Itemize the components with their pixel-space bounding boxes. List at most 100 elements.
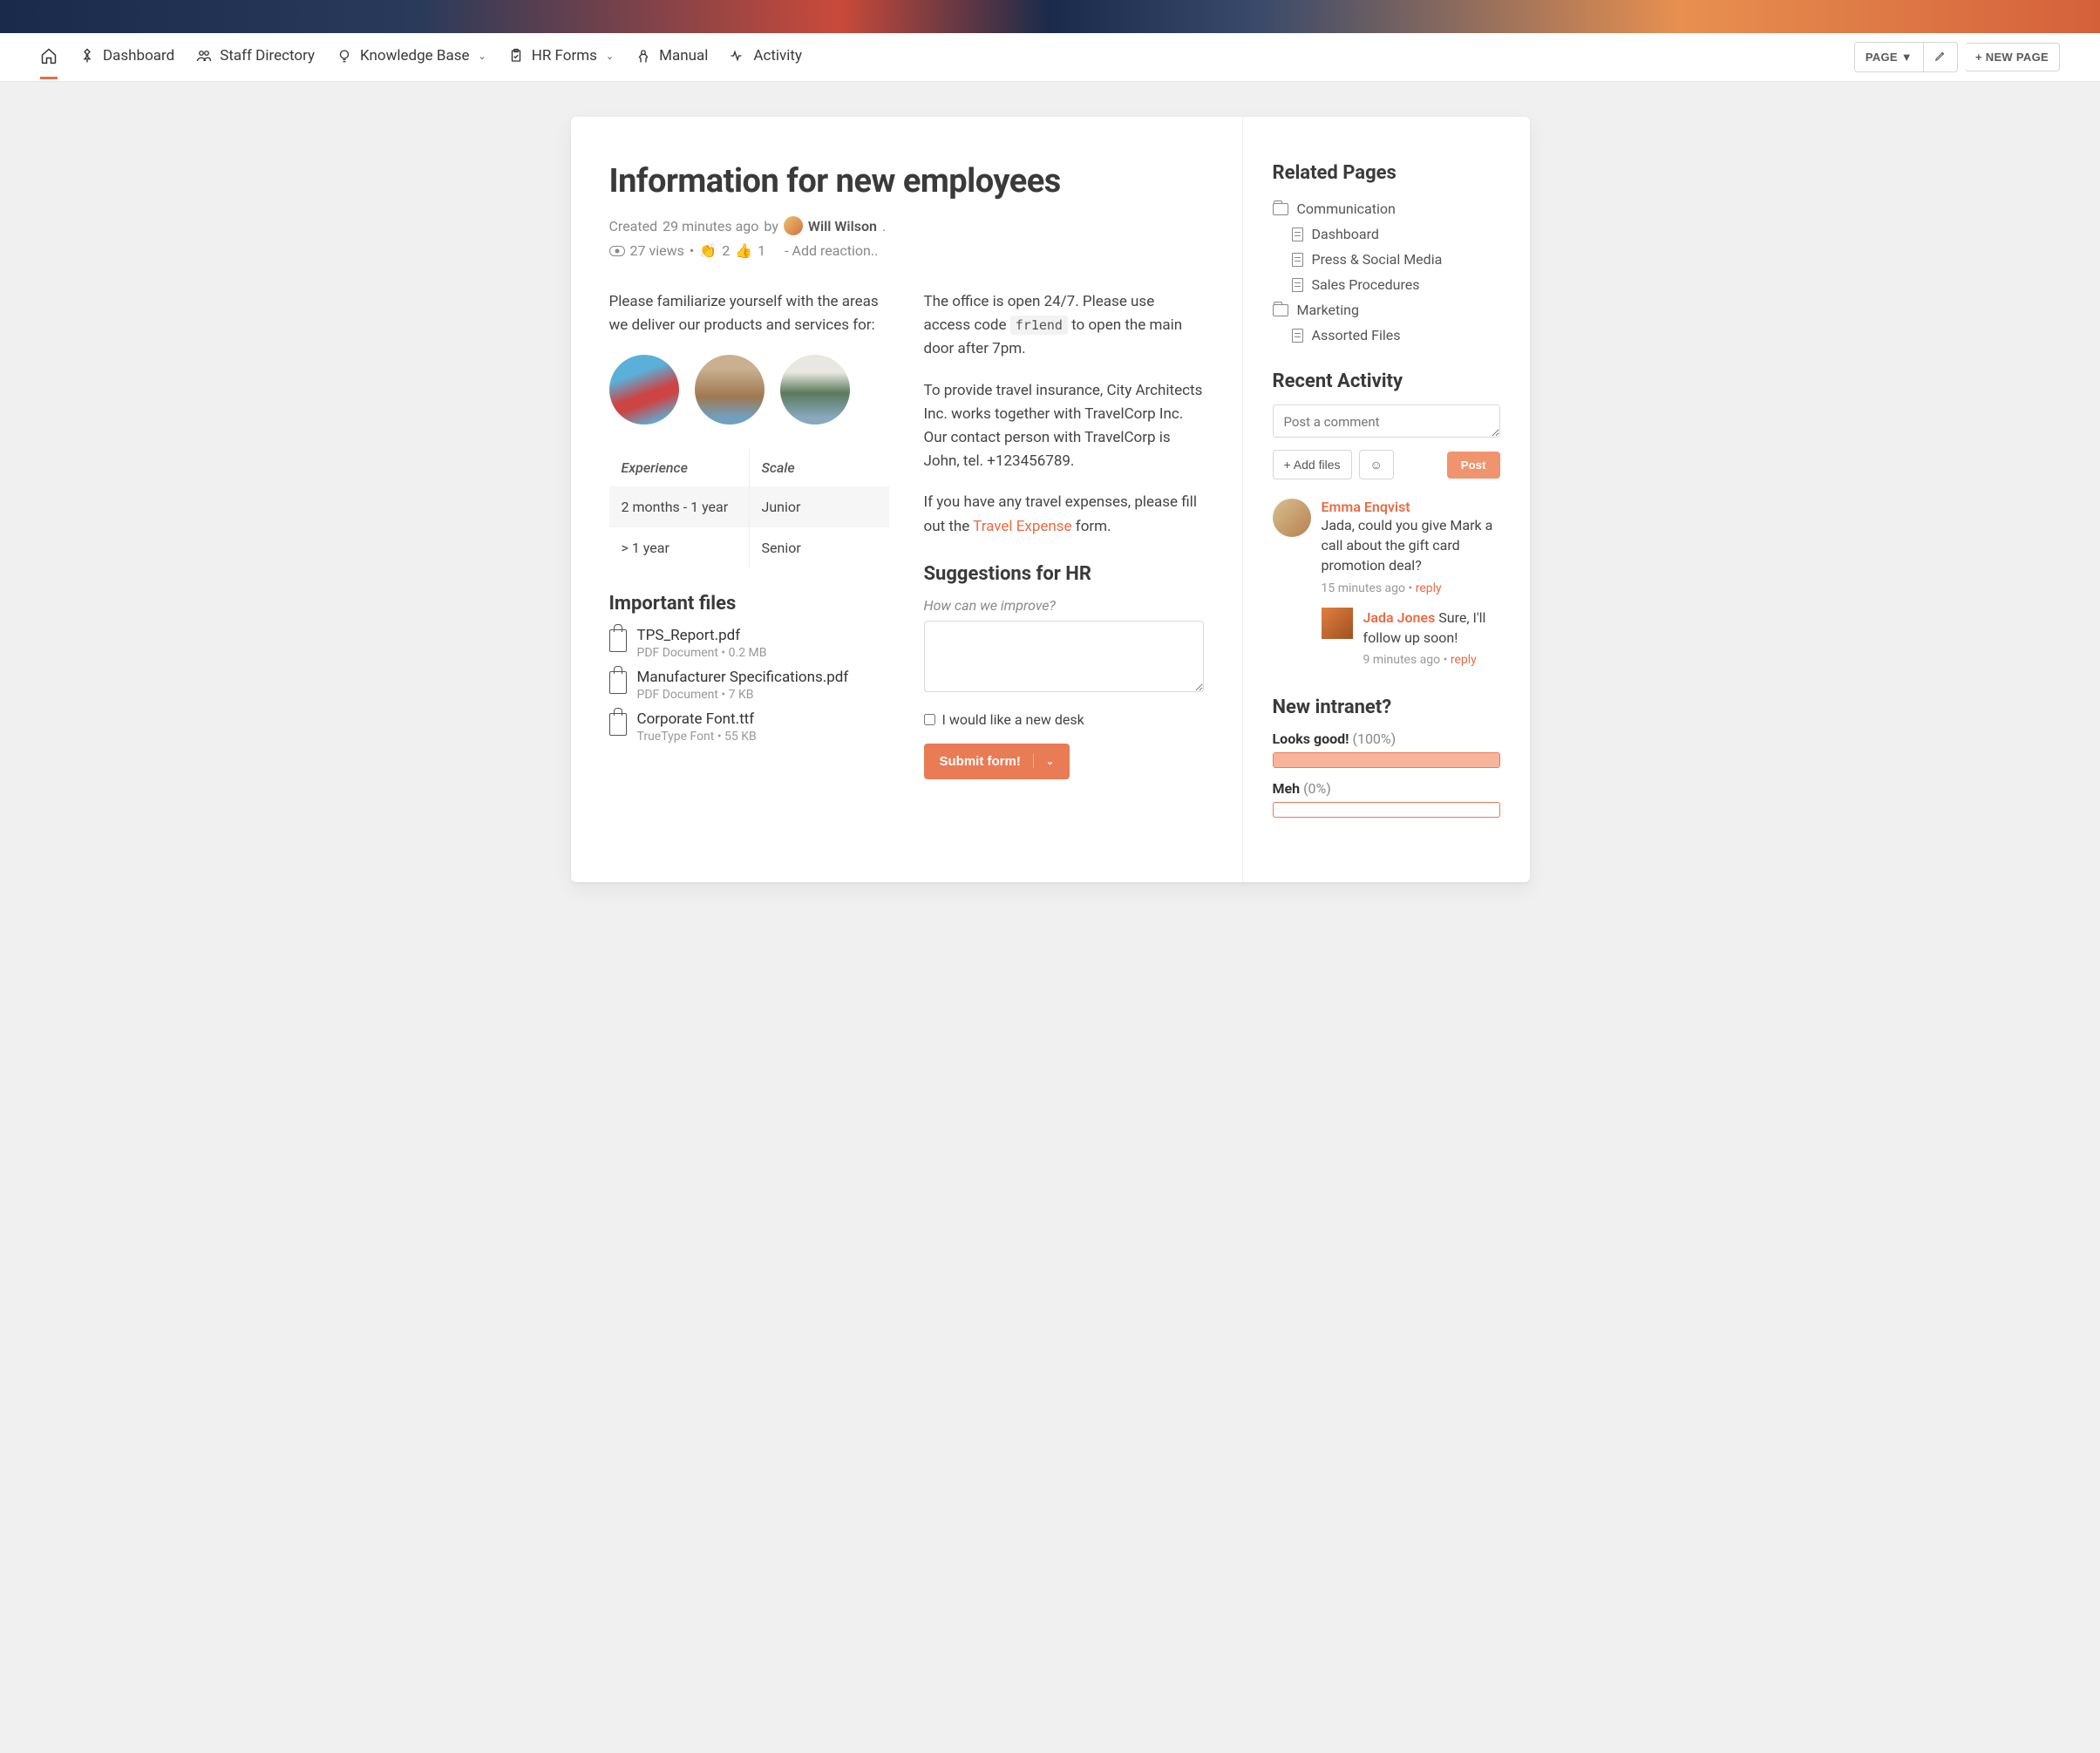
tree-doc-sales[interactable]: Sales Procedures [1273,272,1500,297]
new-desk-checkbox[interactable] [924,714,935,725]
tree-folder-marketing[interactable]: Marketing [1273,297,1500,323]
office-paragraph: The office is open 24/7. Please use acce… [924,290,1204,362]
file-name: TPS_Report.pdf [637,627,767,644]
views-count: 27 views [630,242,684,259]
file-meta: PDF Document • 0.2 MB [637,646,767,660]
expense-paragraph: If you have any travel expenses, please … [924,491,1204,538]
recent-activity-heading: Recent Activity [1273,370,1500,392]
file-icon [609,629,627,652]
table-header: Experience [609,449,750,486]
files-heading: Important files [609,593,889,615]
page-stats: 27 views • 👏 2 👍 1 - Add reaction.. [609,242,1204,259]
emoji-button[interactable]: ☺ [1359,450,1394,479]
page-dropdown-button[interactable]: PAGE ▼ [1854,42,1924,72]
pulse-icon [729,47,746,65]
comment: Emma Enqvist Jada, could you give Mark a… [1273,499,1500,595]
comment-time: 9 minutes ago [1363,653,1441,667]
table-header: Scale [749,449,889,486]
chevron-down-icon: ⌄ [479,51,486,62]
area-thumbnails [609,355,889,425]
nav-dashboard[interactable]: Dashboard [78,35,174,79]
avatar [1273,499,1311,537]
emoji-icon: ☺ [1370,458,1383,472]
tree-doc-dashboard[interactable]: Dashboard [1273,221,1500,247]
poll-option[interactable]: Meh (0%) [1273,780,1500,818]
nav-label: HR Forms [532,47,597,65]
nav-home[interactable] [40,35,58,79]
nav-hr-forms[interactable]: HR Forms ⌄ [507,35,614,79]
edit-button[interactable] [1924,42,1958,72]
file-item[interactable]: TPS_Report.pdf PDF Document • 0.2 MB [609,627,889,660]
reply-link[interactable]: reply [1416,581,1442,595]
submit-form-button[interactable]: Submit form! ⌄ [924,744,1070,779]
home-icon [40,47,58,65]
nav-label: Activity [753,47,802,65]
person-icon [635,47,652,65]
doc-icon [1292,278,1303,292]
chevron-down-icon: ⌄ [606,51,614,62]
comment-reply: Jada Jones Sure, I'll follow up soon! 9 … [1322,608,1500,667]
people-icon [195,47,213,65]
comment-author[interactable]: Jada Jones [1363,609,1436,626]
reply-link[interactable]: reply [1451,653,1477,667]
hero-banner [0,0,2100,33]
topbar-actions: PAGE ▼ + NEW PAGE [1854,42,2060,72]
thumbnail-bridge [609,355,679,425]
travel-expense-link[interactable]: Travel Expense [973,518,1071,535]
file-meta: PDF Document • 7 KB [637,688,849,702]
eye-icon [609,246,625,256]
file-name: Manufacturer Specifications.pdf [637,669,849,686]
clap-icon[interactable]: 👏 [699,242,717,259]
doc-icon [1292,253,1303,267]
improve-textarea[interactable] [924,621,1204,692]
add-files-button[interactable]: + Add files [1273,450,1352,479]
poll-option[interactable]: Looks good! (100%) [1273,730,1500,768]
comment-time: 15 minutes ago [1322,581,1406,595]
thumbsup-icon[interactable]: 👍 [735,242,752,259]
pencil-icon [1934,51,1947,65]
checkbox-label: I would like a new desk [942,711,1084,728]
nav-manual[interactable]: Manual [635,35,708,79]
comment-text: Jada, could you give Mark a call about t… [1322,515,1500,576]
nav-staff-directory[interactable]: Staff Directory [195,35,315,79]
doc-icon [1292,228,1303,241]
file-item[interactable]: Manufacturer Specifications.pdf PDF Docu… [609,669,889,702]
experience-table: Experience Scale 2 months - 1 year Junio… [609,449,889,568]
nav-label: Manual [659,47,708,65]
author-avatar [784,216,803,235]
thumb-count: 1 [758,242,765,259]
file-name: Corporate Font.ttf [637,710,757,728]
folder-icon [1273,304,1288,316]
author-name: Will Wilson [808,218,877,234]
page-meta: Created 29 minutes ago by Will Wilson. [609,216,1204,235]
poll-heading: New intranet? [1273,696,1500,718]
intro-text: Please familiarize yourself with the are… [609,290,889,337]
clipboard-icon [507,47,525,65]
thumbnail-buildings [695,355,765,425]
tree-doc-assorted[interactable]: Assorted Files [1273,323,1500,348]
poll-fill [1274,753,1499,767]
nav-knowledge-base[interactable]: Knowledge Base ⌄ [336,35,486,79]
chevron-down-icon: ⌄ [1046,756,1054,767]
add-reaction-link[interactable]: - Add reaction.. [785,242,878,259]
avatar [1322,608,1353,639]
bulb-icon [336,47,353,65]
related-pages-heading: Related Pages [1273,162,1500,184]
new-page-button[interactable]: + NEW PAGE [1965,43,2060,71]
nav-label: Staff Directory [220,47,315,65]
tree-doc-press[interactable]: Press & Social Media [1273,247,1500,272]
comment-author[interactable]: Emma Enqvist [1322,499,1500,515]
comment-input[interactable] [1273,404,1500,438]
table-row: > 1 year Senior [609,527,889,568]
post-button[interactable]: Post [1447,452,1500,479]
nav-label: Dashboard [103,47,174,65]
related-tree: Communication Dashboard Press & Social M… [1273,196,1500,348]
nav-activity[interactable]: Activity [729,35,802,79]
file-icon [609,671,627,694]
tree-folder-communication[interactable]: Communication [1273,196,1500,221]
clap-count: 2 [722,242,730,259]
page-title: Information for new employees [609,162,1204,200]
thumbnail-coast [780,355,850,425]
file-item[interactable]: Corporate Font.ttf TrueType Font • 55 KB [609,710,889,744]
suggestions-heading: Suggestions for HR [924,563,1204,585]
